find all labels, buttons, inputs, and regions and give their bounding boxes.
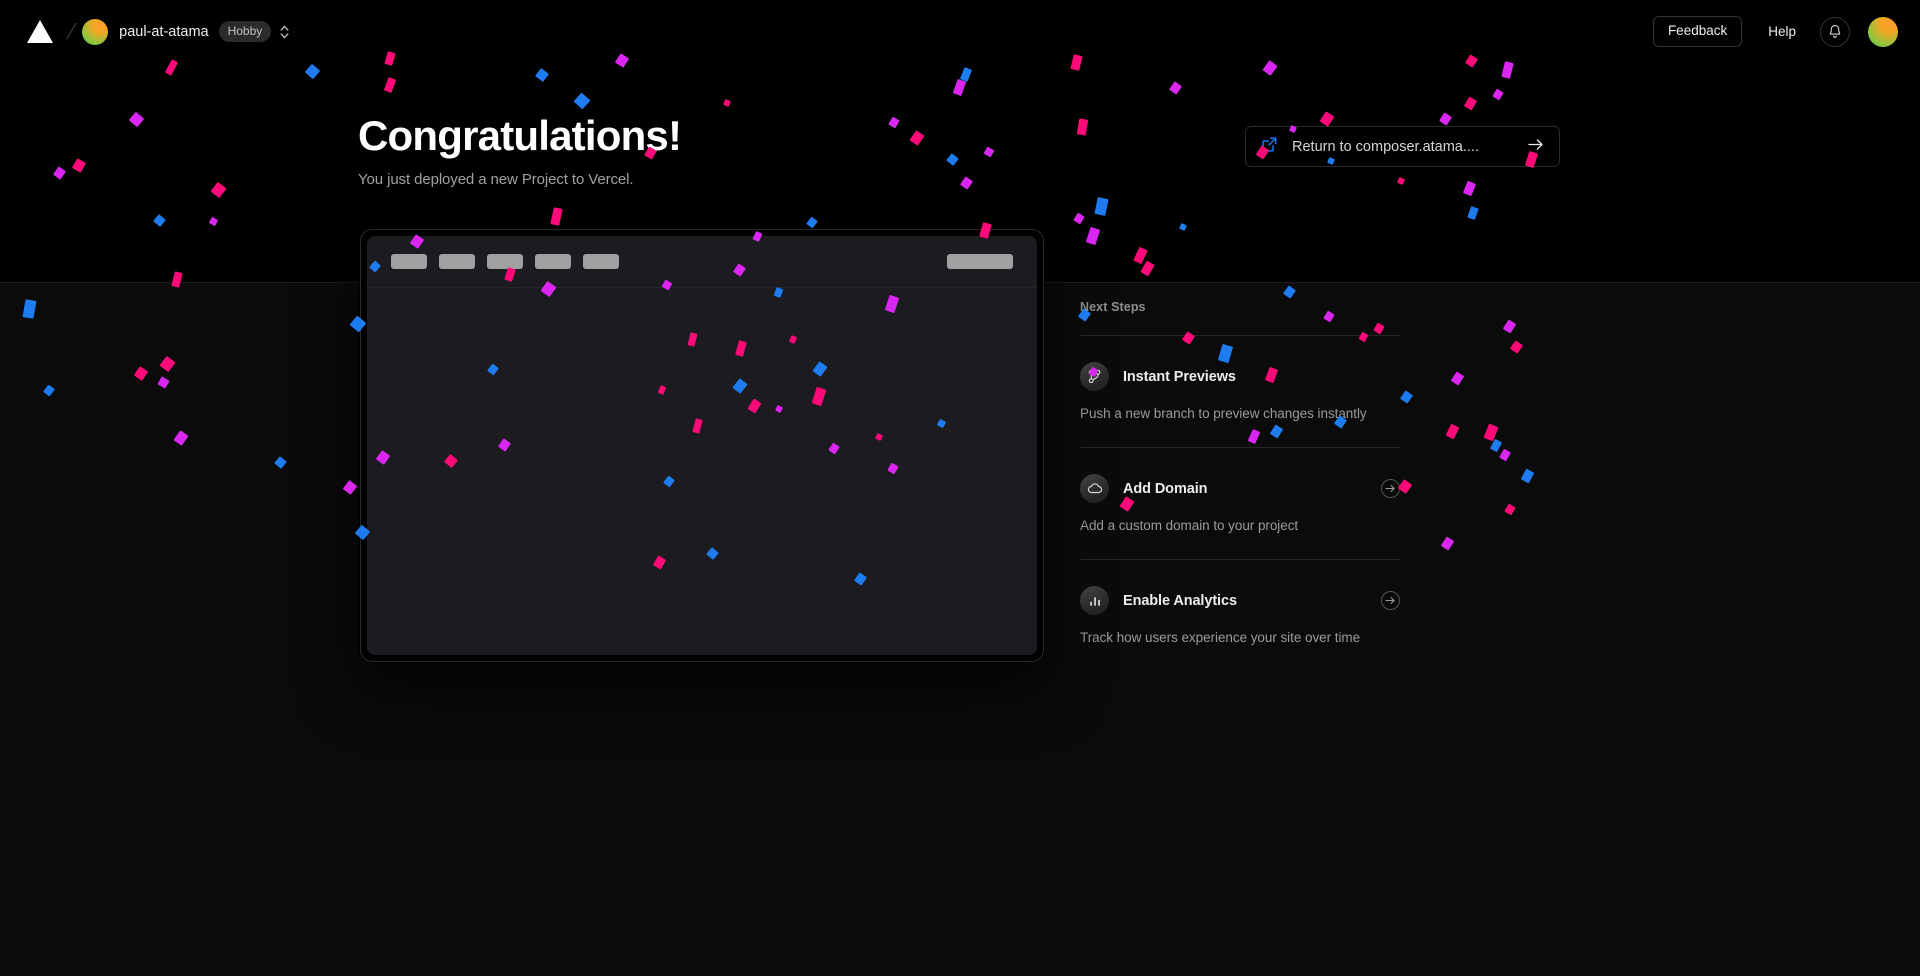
arrow-right-icon xyxy=(1528,138,1544,156)
next-step-description: Track how users experience your site ove… xyxy=(1080,630,1361,645)
skeleton-placeholder xyxy=(391,254,427,269)
next-step-label: Enable Analytics xyxy=(1123,592,1237,609)
return-button-label: Return to composer.atama.... xyxy=(1292,138,1479,155)
bell-icon[interactable] xyxy=(1820,16,1850,47)
next-step-header-row: Add Domain xyxy=(1080,474,1400,503)
next-steps-heading: Next Steps xyxy=(1080,300,1146,314)
next-step-header-row: Enable Analytics xyxy=(1080,586,1400,615)
chevron-up-down-icon[interactable] xyxy=(280,24,289,40)
page-title: Congratulations! xyxy=(358,112,682,159)
preview-window-body xyxy=(367,288,1037,655)
plan-badge[interactable]: Hobby xyxy=(218,21,272,42)
deployment-preview-card[interactable] xyxy=(360,229,1044,662)
next-step-description: Add a custom domain to your project xyxy=(1080,518,1299,533)
page-root: / paul-at-atama Hobby Feedback Help Cong… xyxy=(0,0,1920,976)
next-step-description: Push a new branch to preview changes ins… xyxy=(1080,406,1367,421)
header-right-group: Feedback Help xyxy=(1652,16,1898,47)
cloud-icon xyxy=(1080,474,1109,503)
bar-chart-icon xyxy=(1080,586,1109,615)
page-subtitle: You just deployed a new Project to Verce… xyxy=(358,171,634,189)
external-link-icon xyxy=(1261,136,1278,158)
top-navigation-bar: / paul-at-atama Hobby Feedback Help xyxy=(0,0,1920,63)
skeleton-placeholder-cta xyxy=(947,254,1013,269)
skeleton-placeholder xyxy=(583,254,619,269)
hero-text-block: Congratulations! You just deployed a new… xyxy=(358,112,682,189)
skeleton-placeholder xyxy=(439,254,475,269)
preview-window-header xyxy=(367,236,1037,288)
git-branch-icon xyxy=(1080,362,1109,391)
next-steps-panel: Next Steps Instant Previews Push a new b… xyxy=(1080,300,1400,671)
header-left-group: / paul-at-atama Hobby xyxy=(22,18,289,45)
next-step-item-instant-previews[interactable]: Instant Previews Push a new branch to pr… xyxy=(1080,336,1400,421)
next-step-header-row: Instant Previews xyxy=(1080,362,1400,391)
team-avatar xyxy=(82,18,109,45)
user-avatar[interactable] xyxy=(1868,16,1898,47)
return-to-site-button[interactable]: Return to composer.atama.... xyxy=(1245,126,1560,167)
breadcrumb-separator: / xyxy=(64,18,79,44)
arrow-right-circle-icon[interactable] xyxy=(1381,479,1400,498)
next-step-label: Add Domain xyxy=(1123,480,1208,497)
skeleton-placeholder xyxy=(487,254,523,269)
feedback-button[interactable]: Feedback xyxy=(1652,16,1743,47)
team-name-label[interactable]: paul-at-atama xyxy=(119,24,208,40)
next-step-item-enable-analytics[interactable]: Enable Analytics Track how users experie… xyxy=(1080,560,1400,645)
arrow-right-circle-icon[interactable] xyxy=(1381,591,1400,610)
help-link[interactable]: Help xyxy=(1768,24,1796,39)
next-step-item-add-domain[interactable]: Add Domain Add a custom domain to your p… xyxy=(1080,448,1400,533)
next-step-label: Instant Previews xyxy=(1123,368,1236,385)
skeleton-placeholder xyxy=(535,254,571,269)
preview-window xyxy=(367,236,1037,655)
vercel-triangle-logo-icon[interactable] xyxy=(26,19,54,44)
